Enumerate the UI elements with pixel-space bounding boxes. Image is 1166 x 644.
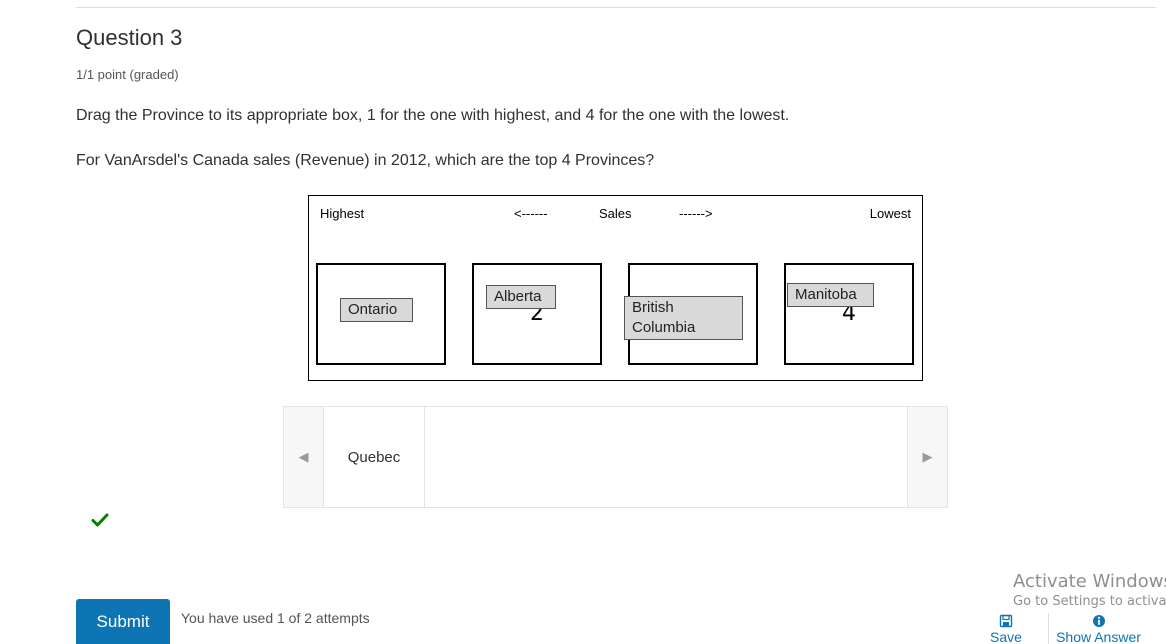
tray-scroll-right-button[interactable]: ▶ xyxy=(907,407,947,507)
header-lowest: Lowest xyxy=(869,206,911,221)
watermark-line-2: Go to Settings to activa xyxy=(1013,594,1166,609)
draggable-items-tray: ◀ Quebec ▶ xyxy=(283,406,948,508)
info-icon xyxy=(1092,615,1105,627)
top-divider xyxy=(76,7,1156,8)
submit-button[interactable]: Submit xyxy=(76,599,170,644)
placed-item-ontario[interactable]: Ontario xyxy=(340,298,413,322)
draggable-item-quebec[interactable]: Quebec xyxy=(324,407,425,507)
question-title: Question 3 xyxy=(76,25,183,50)
placed-item-line: British xyxy=(632,299,674,316)
placed-item-alberta[interactable]: Alberta xyxy=(486,285,556,309)
placed-item-manitoba[interactable]: Manitoba xyxy=(787,283,874,307)
question-instruction: Drag the Province to its appropriate box… xyxy=(76,107,790,124)
drop-target-area: Highest <------ Sales ------> Lowest 1 2… xyxy=(308,195,923,381)
question-points: 1/1 point (graded) xyxy=(76,67,179,82)
activate-windows-watermark: Activate Windows Go to Settings to activ… xyxy=(1013,571,1166,609)
watermark-line-1: Activate Windows xyxy=(1013,571,1166,592)
floppy-disk-icon xyxy=(999,614,1013,628)
drop-zone-2[interactable]: 2 xyxy=(472,263,602,365)
header-right-arrow: ------> xyxy=(679,206,713,221)
triangle-right-icon: ▶ xyxy=(922,449,933,464)
show-answer-button[interactable]: Show Answer xyxy=(1048,613,1148,644)
checkmark-icon xyxy=(91,513,109,527)
header-sales: Sales xyxy=(599,206,632,221)
question-prompt: For VanArsdel's Canada sales (Revenue) i… xyxy=(76,152,655,169)
drop-zone-4[interactable]: 4 xyxy=(784,263,914,365)
attempts-text: You have used 1 of 2 attempts xyxy=(181,610,370,626)
triangle-left-icon: ◀ xyxy=(298,449,309,464)
show-answer-label: Show Answer xyxy=(1056,629,1141,644)
save-label: Save xyxy=(990,629,1022,644)
placed-item-british-columbia[interactable]: British Columbia xyxy=(624,296,743,340)
header-highest: Highest xyxy=(320,206,365,221)
header-left-arrow: <------ xyxy=(514,206,548,221)
save-button[interactable]: Save xyxy=(986,613,1026,644)
tray-scroll-left-button[interactable]: ◀ xyxy=(284,407,324,507)
placed-item-line: Columbia xyxy=(632,319,696,336)
